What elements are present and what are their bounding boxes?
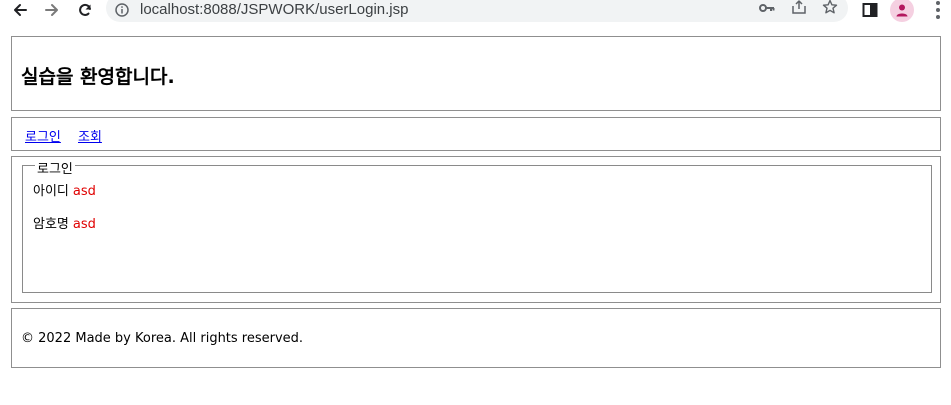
key-icon	[759, 4, 775, 12]
page-footer: © 2022 Made by Korea. All rights reserve…	[11, 308, 941, 368]
side-panel-button[interactable]	[860, 0, 880, 20]
browser-toolbar: localhost:8088/JSPWORK/userLogin.jsp	[0, 0, 951, 24]
back-button[interactable]	[8, 0, 32, 20]
star-icon	[822, 0, 838, 14]
password-label: 암호명	[33, 217, 69, 232]
share-button[interactable]	[790, 0, 808, 15]
info-circle-icon[interactable]	[115, 3, 129, 17]
side-panel-icon	[862, 3, 878, 17]
forward-button[interactable]	[40, 0, 64, 20]
more-vert-icon[interactable]	[930, 0, 946, 20]
address-bar[interactable]: localhost:8088/JSPWORK/userLogin.jsp	[106, 0, 848, 22]
login-fieldset: 로그인 아이디 asd 암호명 asd	[22, 158, 932, 293]
nav-bar: 로그인 조회	[11, 117, 941, 151]
bookmark-button[interactable]	[821, 0, 839, 15]
copyright-text: © 2022 Made by Korea. All rights reserve…	[21, 331, 304, 346]
reload-button[interactable]	[73, 0, 97, 20]
page-title: 실습을 환영합니다.	[21, 66, 175, 88]
password-value: asd	[72, 217, 96, 232]
share-icon	[792, 0, 806, 14]
reload-icon	[79, 3, 91, 16]
url-text[interactable]: localhost:8088/JSPWORK/userLogin.jsp	[140, 1, 408, 18]
nav-link-login[interactable]: 로그인	[25, 126, 61, 145]
page-header: 실습을 환영합니다.	[11, 36, 941, 111]
arrow-right-icon	[45, 4, 58, 16]
profile-button[interactable]	[890, 0, 914, 22]
login-legend: 로그인	[35, 158, 75, 177]
password-button[interactable]	[758, 0, 776, 16]
profile-avatar-icon	[896, 4, 908, 17]
user-id-label: 아이디	[33, 184, 69, 199]
user-id-value: asd	[72, 184, 96, 199]
nav-link-search[interactable]: 조회	[78, 126, 102, 145]
arrow-left-icon	[14, 4, 27, 16]
main-content: 로그인 아이디 asd 암호명 asd	[11, 156, 941, 303]
password-row: 암호명 asd	[33, 213, 96, 232]
user-id-row: 아이디 asd	[33, 180, 96, 199]
